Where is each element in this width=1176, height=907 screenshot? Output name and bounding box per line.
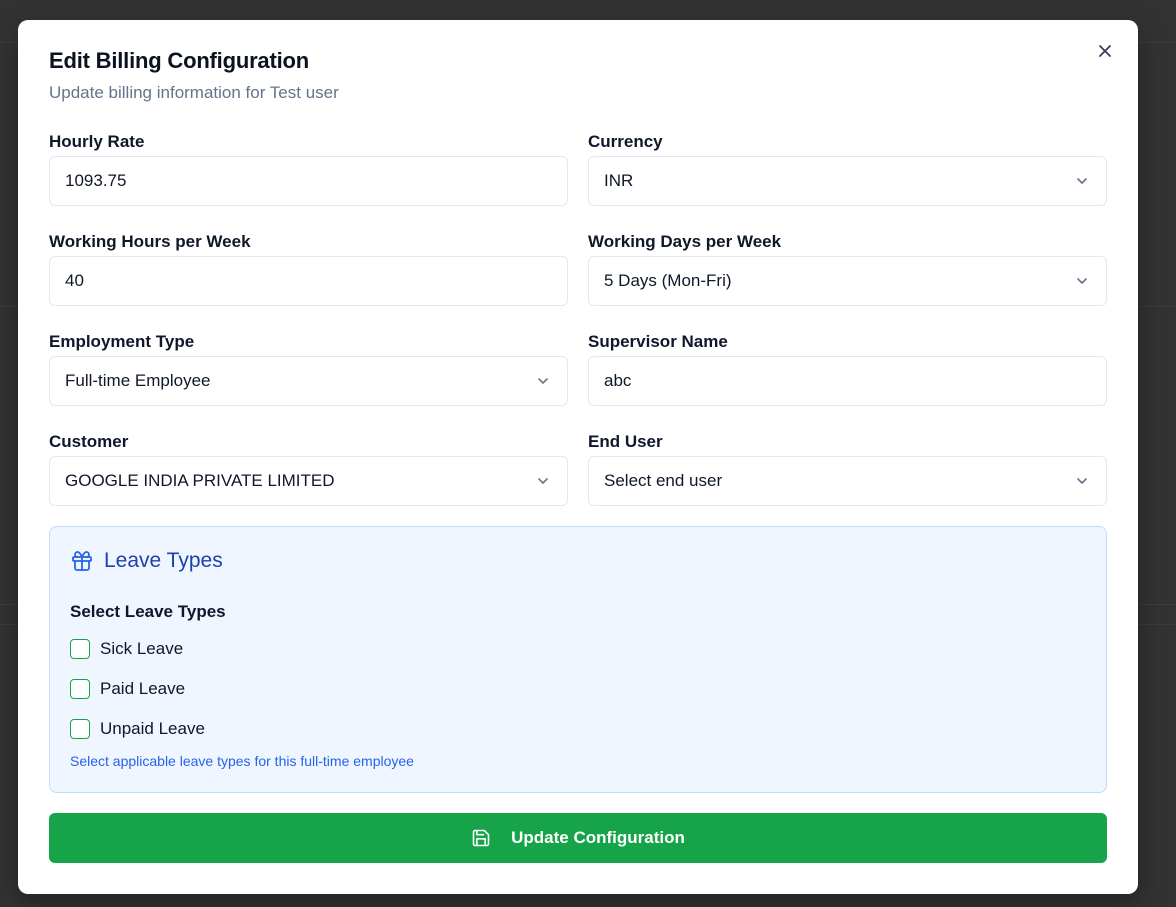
end-user-placeholder: Select end user — [604, 471, 723, 490]
chevron-down-icon — [1075, 173, 1091, 189]
leave-types-title: Leave Types — [104, 549, 223, 572]
working-days-value: 5 Days (Mon-Fri) — [604, 271, 732, 290]
hourly-rate-input[interactable]: 1093.75 — [49, 156, 568, 206]
leave-types-panel: Leave Types Select Leave Types Sick Leav… — [49, 526, 1107, 793]
currency-label: Currency — [588, 132, 663, 151]
close-icon — [1099, 45, 1111, 57]
save-icon — [472, 829, 490, 847]
leave-types-hint: Select applicable leave types for this f… — [70, 753, 414, 769]
currency-select[interactable]: INR — [588, 156, 1107, 206]
supervisor-name-label: Supervisor Name — [588, 332, 728, 351]
chevron-down-icon — [536, 373, 552, 389]
leave-types-header: Leave Types — [70, 549, 223, 573]
dialog-title: Edit Billing Configuration — [49, 48, 309, 73]
close-button[interactable] — [1094, 40, 1116, 62]
hourly-rate-value: 1093.75 — [65, 171, 127, 190]
unpaid-leave-checkbox[interactable] — [70, 719, 90, 739]
supervisor-name-value: abc — [604, 371, 632, 390]
end-user-label: End User — [588, 432, 663, 451]
edit-billing-dialog: Edit Billing Configuration Update billin… — [18, 20, 1138, 894]
update-configuration-button[interactable]: Update Configuration — [49, 813, 1107, 863]
paid-leave-checkbox[interactable] — [70, 679, 90, 699]
hourly-rate-label: Hourly Rate — [49, 132, 145, 151]
leave-option-paid[interactable]: Paid Leave — [70, 679, 185, 699]
employment-type-label: Employment Type — [49, 332, 195, 351]
chevron-down-icon — [1075, 473, 1091, 489]
customer-select[interactable]: GOOGLE INDIA PRIVATE LIMITED — [49, 456, 568, 506]
sick-leave-label: Sick Leave — [100, 639, 184, 658]
chevron-down-icon — [536, 473, 552, 489]
employment-type-select[interactable]: Full-time Employee — [49, 356, 568, 406]
unpaid-leave-label: Unpaid Leave — [100, 719, 205, 738]
working-hours-value: 40 — [65, 271, 84, 290]
currency-value: INR — [604, 171, 634, 190]
update-configuration-label: Update Configuration — [511, 828, 685, 847]
employment-type-value: Full-time Employee — [65, 371, 211, 390]
chevron-down-icon — [1075, 273, 1091, 289]
working-hours-label: Working Hours per Week — [49, 232, 251, 251]
leave-option-sick[interactable]: Sick Leave — [70, 639, 183, 659]
customer-value: GOOGLE INDIA PRIVATE LIMITED — [65, 471, 335, 490]
customer-label: Customer — [49, 432, 129, 451]
supervisor-name-input[interactable]: abc — [588, 356, 1107, 406]
working-days-label: Working Days per Week — [588, 232, 782, 251]
select-leave-types-label: Select Leave Types — [70, 602, 226, 621]
gift-icon — [72, 551, 92, 571]
end-user-select[interactable]: Select end user — [588, 456, 1107, 506]
paid-leave-label: Paid Leave — [100, 679, 186, 698]
working-hours-input[interactable]: 40 — [49, 256, 568, 306]
leave-option-unpaid[interactable]: Unpaid Leave — [70, 719, 205, 739]
dialog-subtitle: Update billing information for Test user — [49, 83, 339, 102]
sick-leave-checkbox[interactable] — [70, 639, 90, 659]
working-days-select[interactable]: 5 Days (Mon-Fri) — [588, 256, 1107, 306]
